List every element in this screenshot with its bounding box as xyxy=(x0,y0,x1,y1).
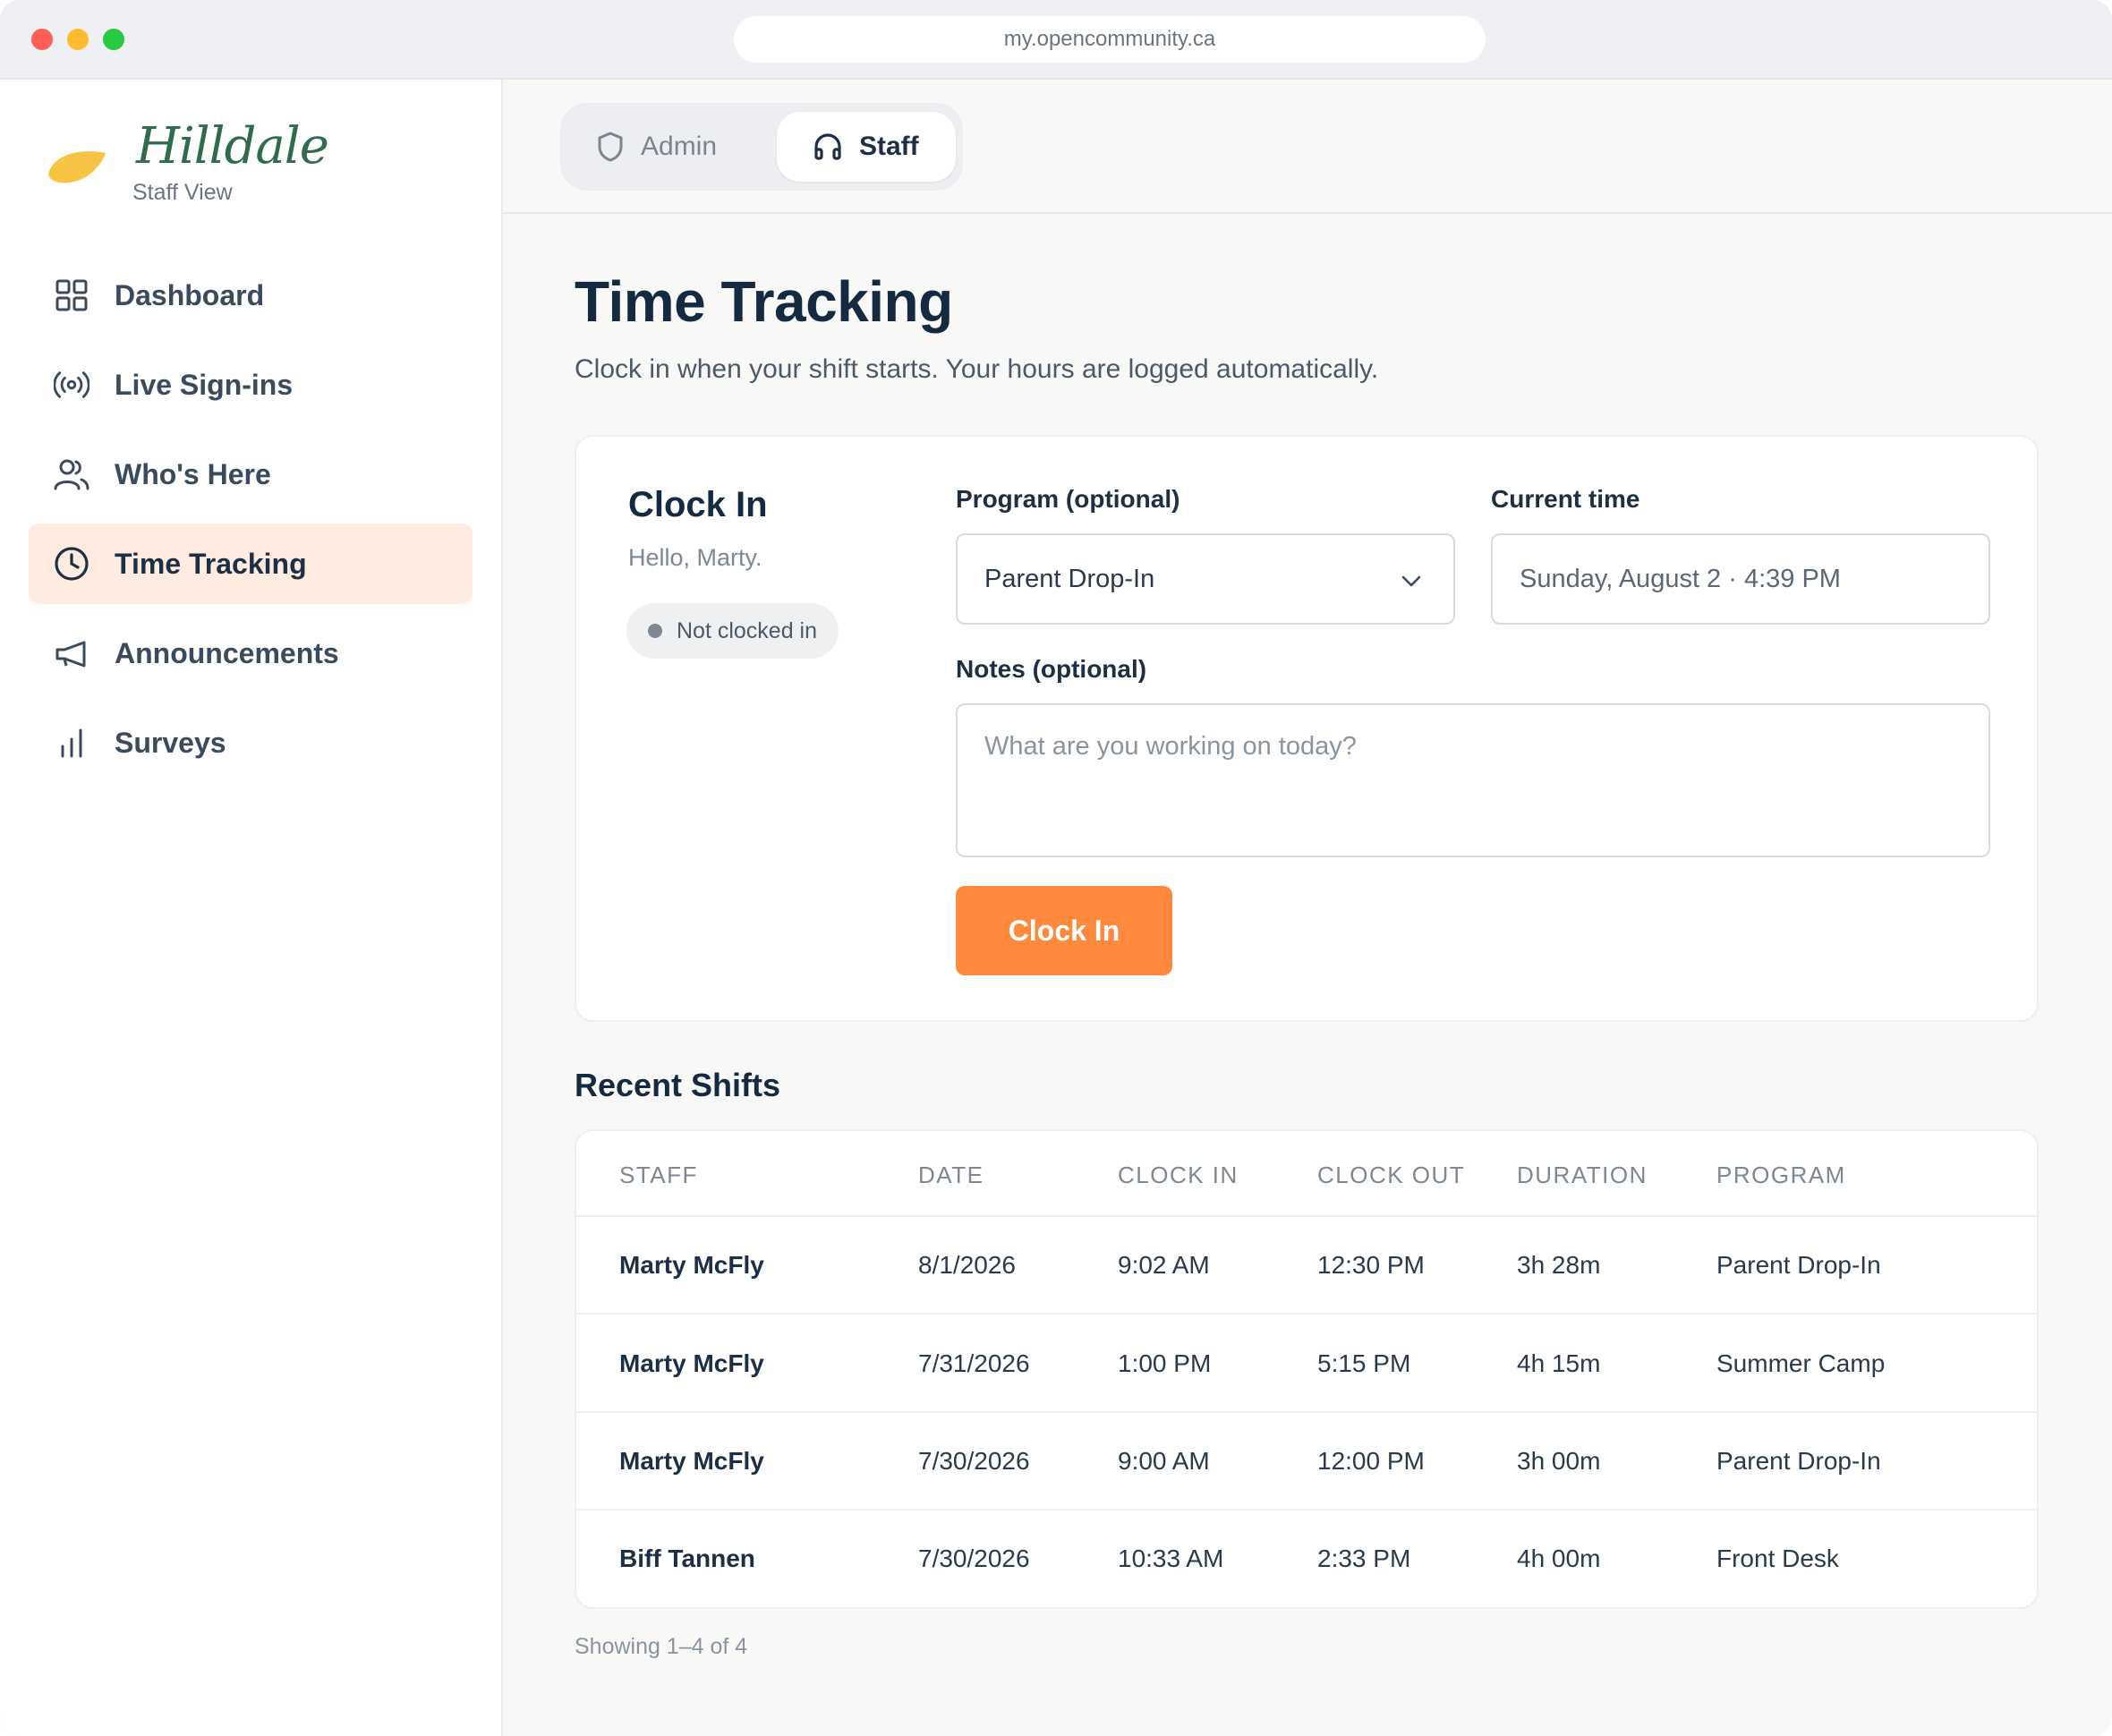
close-window-button[interactable] xyxy=(31,29,53,50)
role-bar: Admin Staff xyxy=(503,80,2112,214)
broadcast-icon xyxy=(54,367,89,403)
cell-staff: Marty McFly xyxy=(619,1447,764,1475)
column-header-duration: DURATION xyxy=(1517,1162,1648,1188)
admin-role-label: Admin xyxy=(641,132,718,161)
sidebar-item-label: Dashboard xyxy=(115,278,265,311)
cell-duration: 4h 00m xyxy=(1517,1545,1601,1572)
cell-clock-in: 9:00 AM xyxy=(1118,1447,1210,1475)
grid-icon xyxy=(54,277,89,313)
cell-duration: 4h 15m xyxy=(1517,1349,1601,1377)
cell-clock-out: 12:00 PM xyxy=(1317,1447,1425,1475)
page-title: Time Tracking xyxy=(575,269,953,334)
status-badge: Not clocked in xyxy=(626,603,839,659)
minimize-window-button[interactable] xyxy=(67,29,89,50)
recent-shifts-title: Recent Shifts xyxy=(575,1067,781,1103)
greeting-text: Hello, Marty. xyxy=(628,544,762,571)
clock-icon xyxy=(54,546,89,582)
cell-program: Parent Drop-In xyxy=(1716,1447,1881,1475)
status-dot-icon xyxy=(648,624,662,638)
table-row[interactable]: Marty McFly 7/30/2026 9:00 AM 12:00 PM 3… xyxy=(576,1413,2037,1510)
cell-staff: Marty McFly xyxy=(619,1349,764,1377)
pagination-summary: Showing 1–4 of 4 xyxy=(575,1634,748,1659)
clock-in-card: Clock In Hello, Marty. Not clocked in Pr… xyxy=(575,435,2039,1022)
cell-clock-in: 9:02 AM xyxy=(1118,1251,1210,1279)
role-switch: Admin Staff xyxy=(560,103,963,191)
table-header: STAFF DATE CLOCK IN CLOCK OUT DURATION P… xyxy=(576,1131,2037,1217)
title-bar: my.opencommunity.ca xyxy=(0,0,2112,80)
sidebar-item-announcements[interactable]: Announcements xyxy=(29,613,473,694)
browser-window: my.opencommunity.ca Hilldale Staff View … xyxy=(0,0,2112,1736)
cell-staff: Biff Tannen xyxy=(619,1545,755,1572)
cell-date: 8/1/2026 xyxy=(918,1251,1016,1279)
staff-role-label: Staff xyxy=(859,132,919,161)
program-selected-value: Parent Drop-In xyxy=(984,564,1155,593)
headset-icon xyxy=(814,133,841,160)
sidebar-item-whos-here[interactable]: Who's Here xyxy=(29,434,473,515)
clock-in-button[interactable]: Clock In xyxy=(956,886,1172,975)
megaphone-icon xyxy=(54,635,89,671)
table-row[interactable]: Biff Tannen 7/30/2026 10:33 AM 2:33 PM 4… xyxy=(576,1510,2037,1607)
sidebar-item-label: Announcements xyxy=(115,636,339,669)
sidebar-item-surveys[interactable]: Surveys xyxy=(29,702,473,783)
cell-program: Summer Camp xyxy=(1716,1349,1886,1377)
page-subtitle: Clock in when your shift starts. Your ho… xyxy=(575,354,1379,384)
sidebar-nav: Dashboard Live Sign-ins Who's Here Time … xyxy=(29,255,473,792)
admin-role-button[interactable]: Admin xyxy=(596,112,757,182)
sidebar-item-label: Time Tracking xyxy=(115,547,307,580)
cell-program: Front Desk xyxy=(1716,1545,1839,1572)
clock-in-title: Clock In xyxy=(628,485,768,524)
cell-clock-out: 5:15 PM xyxy=(1317,1349,1411,1377)
cell-duration: 3h 00m xyxy=(1517,1447,1601,1475)
sidebar-item-time-tracking[interactable]: Time Tracking xyxy=(29,523,473,604)
program-label: Program (optional) xyxy=(956,485,1180,513)
bar-chart-icon xyxy=(54,725,89,761)
cell-date: 7/31/2026 xyxy=(918,1349,1030,1377)
notes-label: Notes (optional) xyxy=(956,655,1147,683)
column-header-program: PROGRAM xyxy=(1716,1162,1846,1188)
staff-role-button[interactable]: Staff xyxy=(777,112,956,182)
brand-name: Hilldale xyxy=(136,117,329,175)
current-time-field: Sunday, August 2 · 4:39 PM xyxy=(1491,533,1990,625)
users-icon xyxy=(54,456,89,492)
table-row[interactable]: Marty McFly 8/1/2026 9:02 AM 12:30 PM 3h… xyxy=(576,1217,2037,1315)
sidebar-item-live-sign-ins[interactable]: Live Sign-ins xyxy=(29,345,473,425)
recent-shifts-table: STAFF DATE CLOCK IN CLOCK OUT DURATION P… xyxy=(575,1129,2039,1609)
cell-clock-out: 2:33 PM xyxy=(1317,1545,1411,1572)
cell-staff: Marty McFly xyxy=(619,1251,764,1279)
sidebar-item-label: Who's Here xyxy=(115,457,271,490)
cell-date: 7/30/2026 xyxy=(918,1545,1030,1572)
status-text: Not clocked in xyxy=(677,617,818,643)
shield-icon xyxy=(598,132,623,162)
cell-clock-out: 12:30 PM xyxy=(1317,1251,1425,1279)
cell-date: 7/30/2026 xyxy=(918,1447,1030,1475)
sidebar-item-dashboard[interactable]: Dashboard xyxy=(29,255,473,336)
column-header-clock-out: CLOCK OUT xyxy=(1317,1162,1466,1188)
program-select[interactable]: Parent Drop-In xyxy=(956,533,1455,625)
current-time-label: Current time xyxy=(1491,485,1640,513)
table-row[interactable]: Marty McFly 7/31/2026 1:00 PM 5:15 PM 4h… xyxy=(576,1315,2037,1413)
brand-subtitle: Staff View xyxy=(132,180,233,205)
column-header-date: DATE xyxy=(918,1162,984,1188)
column-header-staff: STAFF xyxy=(619,1162,698,1188)
maximize-window-button[interactable] xyxy=(103,29,124,50)
notes-field[interactable] xyxy=(956,703,1990,857)
chevron-down-icon xyxy=(1401,575,1421,587)
cell-duration: 3h 28m xyxy=(1517,1251,1601,1279)
leaf-logo-icon xyxy=(45,142,107,191)
cell-program: Parent Drop-In xyxy=(1716,1251,1881,1279)
sidebar-item-label: Surveys xyxy=(115,726,226,759)
address-bar[interactable]: my.opencommunity.ca xyxy=(734,16,1486,63)
sidebar: Hilldale Staff View Dashboard Live Sign-… xyxy=(0,80,503,1736)
cell-clock-in: 1:00 PM xyxy=(1118,1349,1212,1377)
current-time-value: Sunday, August 2 · 4:39 PM xyxy=(1520,564,1841,593)
column-header-clock-in: CLOCK IN xyxy=(1118,1162,1239,1188)
sidebar-item-label: Live Sign-ins xyxy=(115,368,294,401)
cell-clock-in: 10:33 AM xyxy=(1118,1545,1224,1572)
